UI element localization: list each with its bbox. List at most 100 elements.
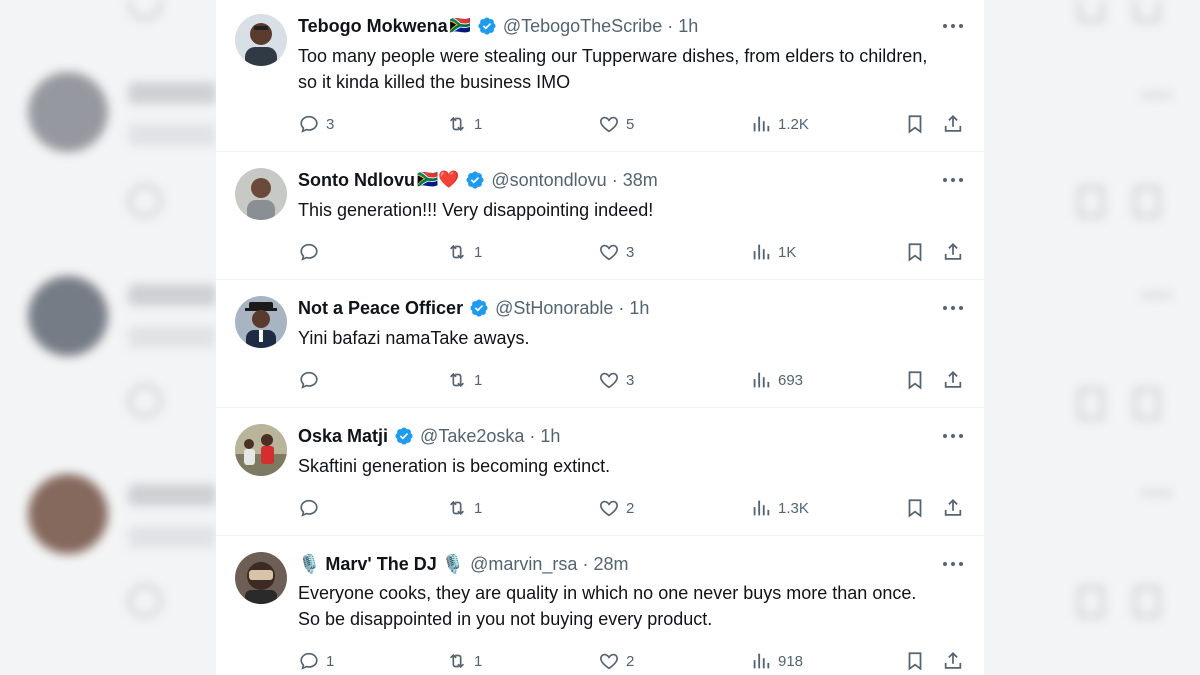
- reply-icon: [300, 499, 318, 517]
- retweet-count: 1: [474, 243, 483, 261]
- flag-heart-emoji: 🇿🇦❤️: [416, 170, 460, 189]
- like-button[interactable]: 2: [598, 649, 634, 673]
- reply-button[interactable]: 1: [298, 649, 334, 673]
- separator: ·: [529, 425, 536, 446]
- bookmark-button[interactable]: [904, 496, 926, 520]
- blurred-more-icon: [1140, 490, 1174, 496]
- share-button[interactable]: [942, 649, 964, 673]
- view-count: 693: [778, 371, 804, 389]
- tweet-actions: 1 1 2 918: [298, 649, 968, 673]
- share-button[interactable]: [942, 240, 964, 264]
- share-button[interactable]: [942, 368, 964, 392]
- avatar[interactable]: [235, 14, 287, 66]
- analytics-icon: [753, 653, 770, 669]
- tweet[interactable]: Tebogo Mokwena 🇿🇦 @TebogoTheScribe · 1h …: [216, 0, 984, 152]
- blurred-more-icon: [1140, 292, 1174, 298]
- handle[interactable]: @marvin_rsa: [470, 554, 577, 575]
- views-button[interactable]: 1K: [750, 240, 796, 264]
- handle[interactable]: @TebogoTheScribe: [503, 16, 662, 37]
- retweet-count: 1: [474, 499, 483, 517]
- bookmark-button[interactable]: [904, 368, 926, 392]
- retweet-button[interactable]: 1: [446, 496, 482, 520]
- handle[interactable]: @StHonorable: [495, 298, 613, 319]
- more-options-icon[interactable]: [940, 298, 966, 318]
- reply-button[interactable]: 3: [298, 112, 334, 136]
- share-button[interactable]: [942, 112, 964, 136]
- blurred-share-icon: [1134, 0, 1160, 22]
- bookmark-icon: [908, 115, 922, 134]
- blurred-bookmark-icon: [1078, 586, 1104, 618]
- views-button[interactable]: 918: [750, 649, 803, 673]
- more-options-icon[interactable]: [940, 16, 966, 36]
- timestamp[interactable]: 1h: [629, 298, 649, 319]
- blurred-text: [128, 484, 216, 506]
- like-button[interactable]: 2: [598, 496, 634, 520]
- tweet-text: Yini bafazi namaTake aways.: [298, 328, 530, 348]
- like-button[interactable]: 3: [598, 368, 634, 392]
- tweet[interactable]: Not a Peace Officer @StHonorable · 1h Yi…: [216, 280, 984, 408]
- verified-badge-icon: [478, 17, 496, 35]
- avatar[interactable]: [235, 552, 287, 604]
- bookmark-button[interactable]: [904, 649, 926, 673]
- reply-count: 1: [326, 652, 335, 670]
- like-count: 2: [626, 499, 635, 517]
- separator: ·: [582, 553, 589, 574]
- share-button[interactable]: [942, 496, 964, 520]
- retweet-button[interactable]: 1: [446, 112, 482, 136]
- timestamp[interactable]: 1h: [678, 16, 698, 37]
- display-name[interactable]: Tebogo Mokwena: [298, 16, 448, 37]
- blurred-bookmark-icon: [1078, 186, 1104, 218]
- heart-icon: [600, 116, 618, 133]
- blurred-text: [128, 124, 216, 146]
- reply-button[interactable]: [298, 368, 326, 392]
- tweet-text: Skaftini generation is becoming extinct.: [298, 456, 611, 476]
- like-button[interactable]: 3: [598, 240, 634, 264]
- reply-button[interactable]: [298, 240, 326, 264]
- more-options-icon[interactable]: [940, 554, 966, 574]
- reply-icon: [300, 243, 318, 261]
- tweet[interactable]: 🎙️ Marv' The DJ 🎙️ @marvin_rsa · 28m Eve…: [216, 536, 984, 675]
- display-name[interactable]: Not a Peace Officer: [298, 298, 463, 319]
- retweet-button[interactable]: 1: [446, 240, 482, 264]
- analytics-icon: [753, 500, 770, 516]
- views-button[interactable]: 1.3K: [750, 496, 809, 520]
- retweet-icon: [449, 244, 465, 260]
- like-button[interactable]: 5: [598, 112, 634, 136]
- reply-button[interactable]: [298, 496, 326, 520]
- blurred-text: [128, 82, 216, 104]
- retweet-button[interactable]: 1: [446, 368, 482, 392]
- more-options-icon[interactable]: [940, 170, 966, 190]
- analytics-icon: [753, 244, 770, 260]
- blurred-bookmark-icon: [1078, 388, 1104, 420]
- avatar[interactable]: [235, 296, 287, 348]
- retweet-button[interactable]: 1: [446, 649, 482, 673]
- tweet[interactable]: Oska Matji @Take2oska · 1h Skaftini gene…: [216, 408, 984, 536]
- separator: ·: [618, 297, 625, 318]
- bookmark-icon: [908, 499, 922, 518]
- retweet-icon: [449, 653, 465, 669]
- timestamp[interactable]: 28m: [593, 554, 628, 575]
- retweet-count: 1: [474, 115, 483, 133]
- reply-icon: [300, 371, 318, 389]
- timestamp[interactable]: 38m: [623, 170, 658, 191]
- handle[interactable]: @Take2oska: [420, 426, 524, 447]
- tweet-text: Too many people were stealing our Tupper…: [298, 46, 928, 92]
- handle[interactable]: @sontondlovu: [491, 170, 606, 191]
- avatar[interactable]: [235, 168, 287, 220]
- views-button[interactable]: 693: [750, 368, 803, 392]
- like-count: 3: [626, 371, 635, 389]
- blurred-more-icon: [1140, 92, 1174, 98]
- retweet-icon: [449, 500, 465, 516]
- timestamp[interactable]: 1h: [540, 426, 560, 447]
- tweet[interactable]: Sonto Ndlovu 🇿🇦❤️ @sontondlovu · 38m Thi…: [216, 152, 984, 280]
- bookmark-button[interactable]: [904, 240, 926, 264]
- bookmark-button[interactable]: [904, 112, 926, 136]
- display-name[interactable]: Sonto Ndlovu: [298, 170, 415, 191]
- display-name[interactable]: 🎙️ Marv' The DJ 🎙️: [298, 554, 464, 575]
- blurred-share-icon: [1134, 388, 1160, 420]
- views-button[interactable]: 1.2K: [750, 112, 809, 136]
- display-name[interactable]: Oska Matji: [298, 426, 388, 447]
- more-options-icon[interactable]: [940, 426, 966, 446]
- avatar[interactable]: [235, 424, 287, 476]
- heart-icon: [600, 372, 618, 389]
